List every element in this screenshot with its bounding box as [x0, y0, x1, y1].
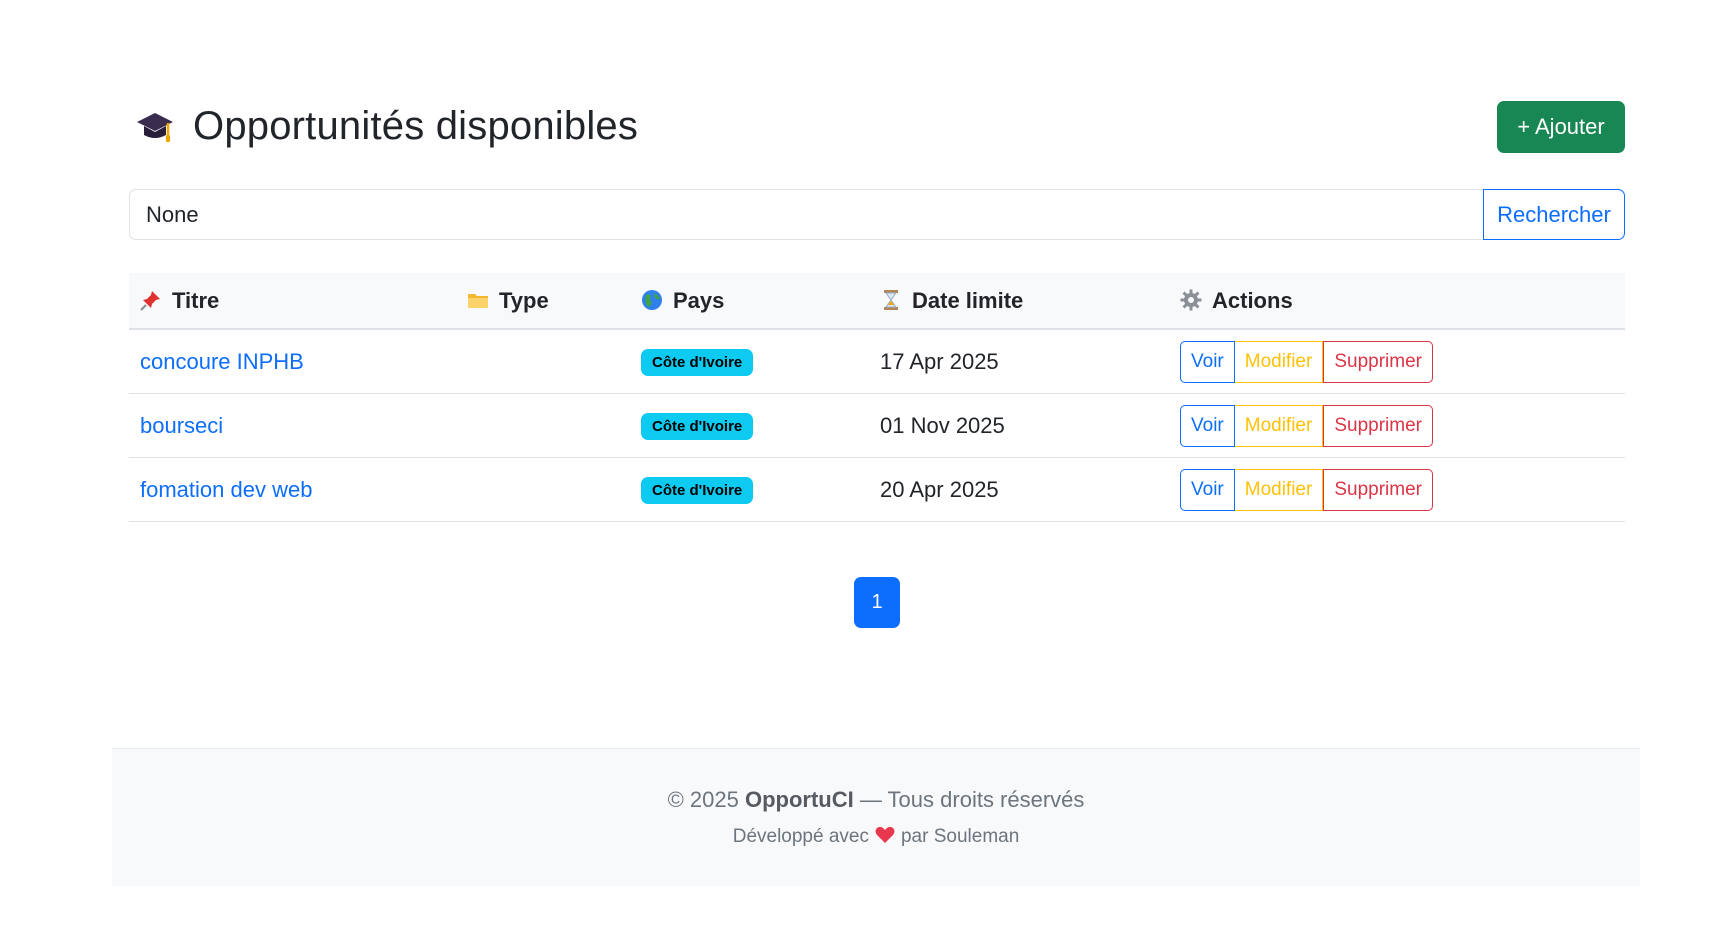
column-label-deadline: Date limite — [912, 287, 1024, 313]
copyright-line: © 2025 OpportuCI — Tous droits réservés — [112, 787, 1640, 813]
country-badge: Côte d'Ivoire — [641, 349, 754, 376]
search-input[interactable] — [129, 189, 1483, 240]
cell-deadline: 01 Nov 2025 — [869, 393, 1169, 458]
footer: © 2025 OpportuCI — Tous droits réservés … — [112, 748, 1640, 886]
cell-type — [456, 393, 630, 458]
hourglass-icon — [880, 289, 902, 311]
cell-country: Côte d'Ivoire — [630, 393, 869, 458]
cell-actions: Voir Modifier Supprimer — [1169, 329, 1625, 394]
cell-title: fomation dev web — [129, 457, 456, 522]
cell-country: Côte d'Ivoire — [630, 457, 869, 522]
opportunity-link[interactable]: concoure INPHB — [140, 349, 304, 374]
developer-line: Développé avec par Souleman — [112, 826, 1640, 848]
page-header: Opportunités disponibles + Ajouter — [129, 98, 1625, 154]
edit-button[interactable]: Modifier — [1234, 340, 1324, 383]
copyright-suffix: — Tous droits réservés — [853, 787, 1085, 812]
view-button[interactable]: Voir — [1180, 404, 1235, 447]
heart-icon — [875, 826, 895, 844]
title-wrap: Opportunités disponibles — [135, 104, 638, 149]
action-buttons: Voir Modifier Supprimer — [1180, 340, 1433, 383]
action-buttons: Voir Modifier Supprimer — [1180, 468, 1433, 511]
cell-actions: Voir Modifier Supprimer — [1169, 457, 1625, 522]
globe-icon — [641, 289, 663, 311]
cell-deadline: 20 Apr 2025 — [869, 457, 1169, 522]
cell-title: concoure INPHB — [129, 329, 456, 394]
search-form: Rechercher — [129, 189, 1625, 240]
column-label-title: Titre — [172, 287, 220, 313]
cell-type — [456, 329, 630, 394]
edit-button[interactable]: Modifier — [1234, 468, 1324, 511]
column-label-country: Pays — [673, 287, 725, 313]
graduation-cap-icon — [135, 109, 175, 145]
delete-button[interactable]: Supprimer — [1323, 404, 1433, 447]
gear-icon — [1180, 289, 1202, 311]
column-header-country: Pays — [630, 273, 869, 330]
table-row: concoure INPHB Côte d'Ivoire 17 Apr 2025… — [129, 329, 1625, 394]
column-header-title: Titre — [129, 273, 456, 330]
column-label-actions: Actions — [1212, 287, 1293, 313]
table-header-row: Titre Type Pays Date limite Actions — [129, 273, 1625, 330]
country-badge: Côte d'Ivoire — [641, 477, 754, 504]
search-button[interactable]: Rechercher — [1483, 189, 1625, 240]
page-title: Opportunités disponibles — [193, 104, 639, 148]
opportunity-link[interactable]: fomation dev web — [140, 477, 312, 502]
pagination: 1 — [854, 577, 900, 628]
column-header-type: Type — [456, 273, 630, 330]
table-row: bourseci Côte d'Ivoire 01 Nov 2025 Voir … — [129, 393, 1625, 458]
column-header-deadline: Date limite — [869, 273, 1169, 330]
developer-prefix: Développé avec — [732, 826, 869, 847]
copyright-prefix: © 2025 — [667, 787, 745, 812]
table-row: fomation dev web Côte d'Ivoire 20 Apr 20… — [129, 457, 1625, 522]
add-button[interactable]: + Ajouter — [1497, 101, 1625, 153]
view-button[interactable]: Voir — [1180, 468, 1235, 511]
delete-button[interactable]: Supprimer — [1323, 340, 1433, 383]
cell-type — [456, 457, 630, 522]
cell-deadline: 17 Apr 2025 — [869, 329, 1169, 394]
page-button-current[interactable]: 1 — [854, 577, 900, 628]
view-button[interactable]: Voir — [1180, 340, 1235, 383]
opportunities-table: Titre Type Pays Date limite Actions conc… — [129, 273, 1625, 522]
country-badge: Côte d'Ivoire — [641, 413, 754, 440]
cell-country: Côte d'Ivoire — [630, 329, 869, 394]
cell-title: bourseci — [129, 393, 456, 458]
developer-suffix: par Souleman — [900, 826, 1020, 847]
delete-button[interactable]: Supprimer — [1323, 468, 1433, 511]
cell-actions: Voir Modifier Supprimer — [1169, 393, 1625, 458]
folder-icon — [467, 289, 489, 311]
brand-name: OpportuCI — [744, 787, 854, 812]
action-buttons: Voir Modifier Supprimer — [1180, 404, 1433, 447]
edit-button[interactable]: Modifier — [1234, 404, 1324, 447]
opportunity-link[interactable]: bourseci — [140, 413, 223, 438]
column-header-actions: Actions — [1169, 273, 1625, 330]
column-label-type: Type — [499, 287, 549, 313]
pushpin-icon — [140, 289, 162, 311]
